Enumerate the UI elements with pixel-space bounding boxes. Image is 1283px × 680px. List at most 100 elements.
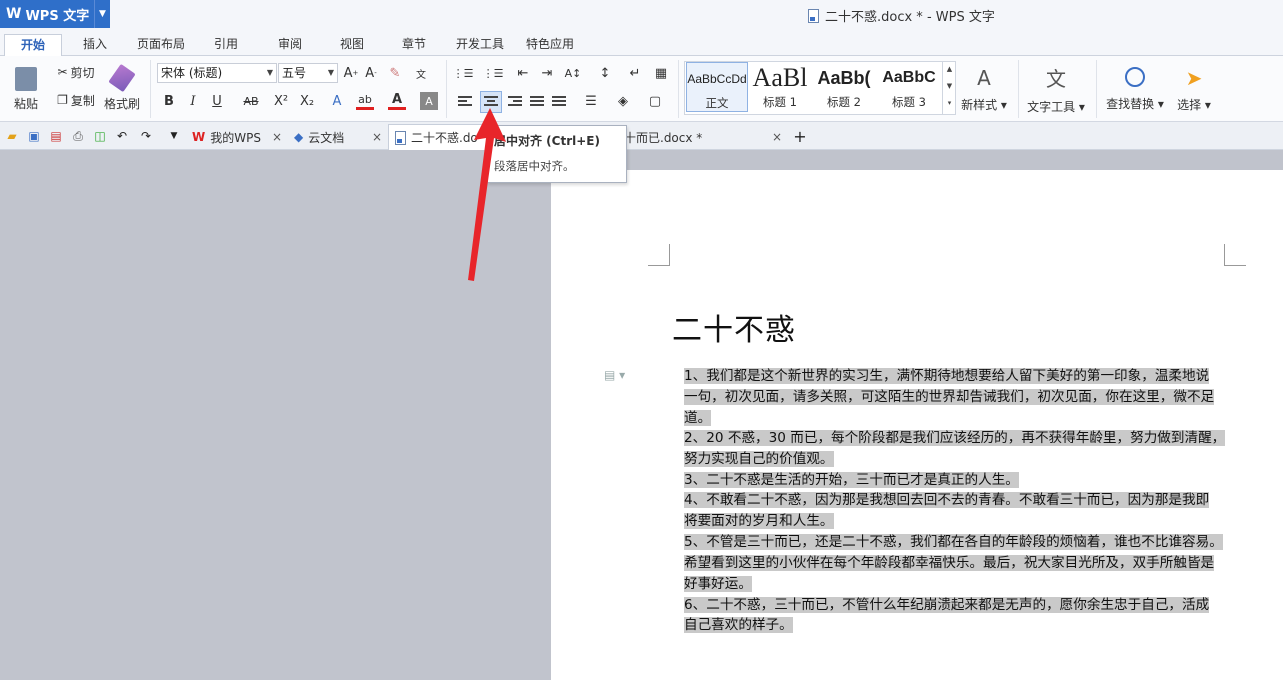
line-spacing-icon[interactable]: ☰ xyxy=(582,92,600,110)
find-replace-button[interactable]: 查找替换 ▾ xyxy=(1102,62,1168,116)
print-preview-icon[interactable]: ◫ xyxy=(92,128,108,144)
justify-icon[interactable] xyxy=(530,96,544,108)
paragraph-marker-icon[interactable]: ▤ ▾ xyxy=(604,368,625,382)
increase-indent-icon[interactable]: ⇥ xyxy=(538,64,556,82)
app-name: WPS 文字 xyxy=(25,8,90,24)
tab-features[interactable]: 特色应用 xyxy=(520,34,580,56)
clear-format-icon[interactable]: ✎ xyxy=(386,64,404,82)
new-tab-button[interactable]: + xyxy=(792,127,808,146)
tab-view[interactable]: 视图 xyxy=(330,34,374,56)
paragraph-shading-icon[interactable]: ◈ xyxy=(614,92,632,110)
style-heading-1[interactable]: AaBl 标题 1 xyxy=(750,62,810,112)
select-button[interactable]: ➤ 选择 ▾ xyxy=(1172,62,1216,116)
tab-home[interactable]: 开始 xyxy=(4,34,62,56)
style-heading-2[interactable]: AaBb( 标题 2 xyxy=(814,62,874,112)
strikethrough-button[interactable]: AB xyxy=(238,92,264,110)
sort-icon[interactable]: ↕ xyxy=(596,64,614,82)
new-style-button[interactable]: A 新样式 ▾ xyxy=(958,62,1010,116)
text-effect-icon[interactable]: A xyxy=(328,92,346,110)
close-icon[interactable]: × xyxy=(772,130,782,144)
quick-access-chevron-down-icon[interactable]: ▼ xyxy=(166,128,182,144)
font-name-select[interactable]: 宋体 (标题) ▼ xyxy=(157,63,277,83)
cut-button[interactable]: ✂ 剪切 xyxy=(52,62,100,82)
tab-insert[interactable]: 插入 xyxy=(70,34,120,56)
tab-developer[interactable]: 开发工具 xyxy=(450,34,510,56)
line-text: 3、二十不惑是生活的开始，三十而已才是真正的人生。 xyxy=(684,472,1019,488)
font-color-button[interactable]: A xyxy=(388,92,406,110)
paragraph-line[interactable]: 努力实现自己的价值观。 xyxy=(684,449,834,470)
table-icon[interactable]: ▦ xyxy=(652,64,670,82)
paragraph-line[interactable]: 6、二十不惑，三十而已，不管什么年纪崩溃起来都是无声的，愿你余生忠于自己，活成 xyxy=(684,595,1210,616)
close-icon[interactable]: × xyxy=(372,130,382,144)
redo-icon[interactable]: ↷ xyxy=(138,128,154,144)
character-shading-icon[interactable]: A xyxy=(420,92,438,110)
line-text: 6、二十不惑，三十而已，不管什么年纪崩溃起来都是无声的，愿你余生忠于自己，活成 xyxy=(684,597,1210,613)
app-menu-button[interactable]: W WPS 文字 ▼ xyxy=(0,0,110,28)
paragraph-line[interactable]: 一句，初次见面，请多关照，可这陌生的世界却告诫我们，初次见面，你在这里，微不足 xyxy=(684,387,1215,408)
style-heading-3[interactable]: AaBbC 标题 3 xyxy=(878,62,940,112)
export-pdf-icon[interactable]: ▤ xyxy=(48,128,64,144)
document-title[interactable]: 二十不惑 xyxy=(672,305,796,349)
shrink-font-icon[interactable]: A- xyxy=(362,64,380,82)
highlight-button[interactable]: ab xyxy=(356,92,374,110)
tooltip-title: 居中对齐 (Ctrl+E) xyxy=(494,134,600,148)
tab-references[interactable]: 引用 xyxy=(204,34,248,56)
decrease-indent-icon[interactable]: ⇤ xyxy=(514,64,532,82)
paragraph-line[interactable]: 1、我们都是这个新世界的实习生，满怀期待地想要给人留下美好的第一印象，温柔地说 xyxy=(684,366,1210,387)
italic-button[interactable]: I xyxy=(184,92,202,110)
subscript-button[interactable]: X₂ xyxy=(298,92,316,110)
paragraph-line[interactable]: 自己喜欢的样子。 xyxy=(684,615,793,636)
paragraph-line[interactable]: 5、不管是三十而已，还是二十不惑，我们都在各自的年龄段的烦恼着，谁也不比谁容易。 xyxy=(684,532,1223,553)
document-tab-bar: ▰ ▣ ▤ ⎙ ◫ ↶ ↷ ▼ W 我的WPS × ◆ 云文档 × 二十不惑.d… xyxy=(0,122,1283,150)
distribute-icon[interactable] xyxy=(552,96,566,108)
text-tools-text: 文字工具 xyxy=(1027,100,1076,114)
tab-document-2[interactable]: 十而已.docx * × xyxy=(618,124,788,150)
bullet-list-icon[interactable]: ⋮☰ xyxy=(453,64,474,82)
save-icon[interactable]: ▣ xyxy=(26,128,42,144)
clipboard-icon xyxy=(15,66,37,91)
paragraph-line[interactable]: 2、20 不惑，30 而已，每个阶段都是我们应该经历的，再不获得年龄里，努力做到… xyxy=(684,428,1226,449)
chevron-down-icon: ▼ xyxy=(266,68,273,77)
tab-review[interactable]: 审阅 xyxy=(268,34,312,56)
select-text: 选择 xyxy=(1177,97,1202,112)
open-folder-icon[interactable]: ▰ xyxy=(4,128,20,144)
paragraph-line[interactable]: 4、不敢看二十不惑，因为那是我想回去回不去的青春。不敢看三十而已，因为那是我即 xyxy=(684,490,1210,511)
line-text: 将要面对的岁月和人生。 xyxy=(684,513,834,529)
wps-logo-icon: W xyxy=(6,6,22,22)
paragraph-line[interactable]: 将要面对的岁月和人生。 xyxy=(684,511,834,532)
document-icon xyxy=(395,130,406,145)
close-icon[interactable]: × xyxy=(272,130,282,144)
style-normal[interactable]: AaBbCcDd 正文 xyxy=(686,62,748,112)
copy-button[interactable]: ❐ 复制 xyxy=(52,90,100,110)
text-tools-button[interactable]: 文 文字工具 ▾ xyxy=(1024,62,1088,116)
styles-scroll[interactable]: ▲ ▼ ▾ xyxy=(942,61,956,115)
font-size-select[interactable]: 五号 ▼ xyxy=(278,63,338,83)
pinyin-icon[interactable]: 文 xyxy=(412,64,430,82)
tab-sections[interactable]: 章节 xyxy=(392,34,436,56)
tab-page-layout[interactable]: 页面布局 xyxy=(130,34,192,56)
numbered-list-icon[interactable]: ⋮☰ xyxy=(483,64,504,82)
paragraph-line[interactable]: 好事好运。 xyxy=(684,574,752,595)
tab-my-wps[interactable]: W 我的WPS × xyxy=(186,124,288,150)
scissors-icon: ✂ xyxy=(57,65,68,79)
chevron-down-icon[interactable]: ▼ xyxy=(94,0,110,28)
print-icon[interactable]: ⎙ xyxy=(70,128,86,144)
paragraph-line[interactable]: 道。 xyxy=(684,408,712,429)
style-preview: AaBl xyxy=(752,63,808,92)
align-right-icon[interactable] xyxy=(508,96,522,108)
paste-button[interactable]: 粘贴 xyxy=(8,62,44,116)
paragraph-line[interactable]: 3、二十不惑是生活的开始，三十而已才是真正的人生。 xyxy=(684,470,1019,491)
text-tools-icon: 文 xyxy=(1046,67,1066,91)
bold-button[interactable]: B xyxy=(160,92,178,110)
show-marks-icon[interactable]: ↵ xyxy=(626,64,644,82)
undo-icon[interactable]: ↶ xyxy=(114,128,130,144)
format-painter-button[interactable]: 格式刷 xyxy=(102,62,142,116)
paragraph-line[interactable]: 希望看到这里的小伙伴在每个年龄段都幸福快乐。最后，祝大家目光所及，双手所触皆是 xyxy=(684,553,1215,574)
chinese-layout-icon[interactable]: A↕ xyxy=(564,64,582,82)
superscript-button[interactable]: X² xyxy=(272,92,290,110)
grow-font-icon[interactable]: A + xyxy=(342,64,360,82)
tab-cloud-docs[interactable]: ◆ 云文档 × xyxy=(288,124,388,150)
underline-button[interactable]: U xyxy=(208,92,226,110)
cut-label: 剪切 xyxy=(70,65,95,80)
borders-icon[interactable]: ▢ xyxy=(646,92,664,110)
